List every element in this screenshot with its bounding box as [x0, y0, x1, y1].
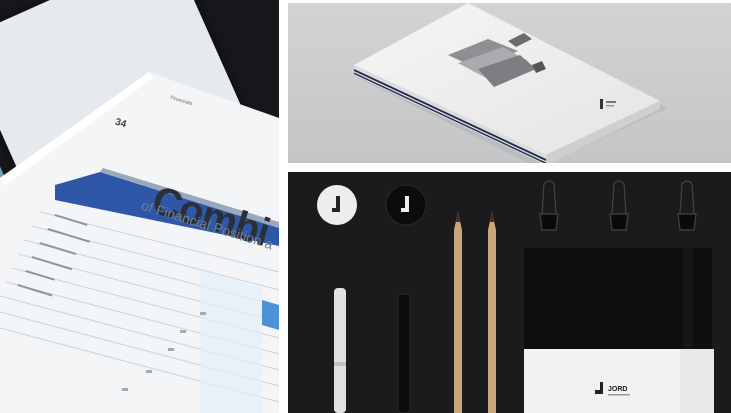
book-illustration — [354, 3, 668, 163]
white-pen — [334, 288, 346, 413]
card-brand: JORD — [608, 386, 627, 393]
binder-clip-icon — [609, 180, 629, 231]
stationery-photo: JORD — [288, 172, 731, 413]
binder-clip-icon — [539, 180, 559, 231]
report-pages-photo: 34 Financials Combi of Financial Positio… — [0, 0, 279, 413]
stationery-illustration: JORD — [317, 180, 714, 413]
black-pen — [398, 294, 410, 413]
pencil — [488, 212, 496, 413]
book-photo — [288, 3, 731, 163]
pencil — [454, 212, 462, 413]
binder-clip-icon — [677, 180, 697, 231]
